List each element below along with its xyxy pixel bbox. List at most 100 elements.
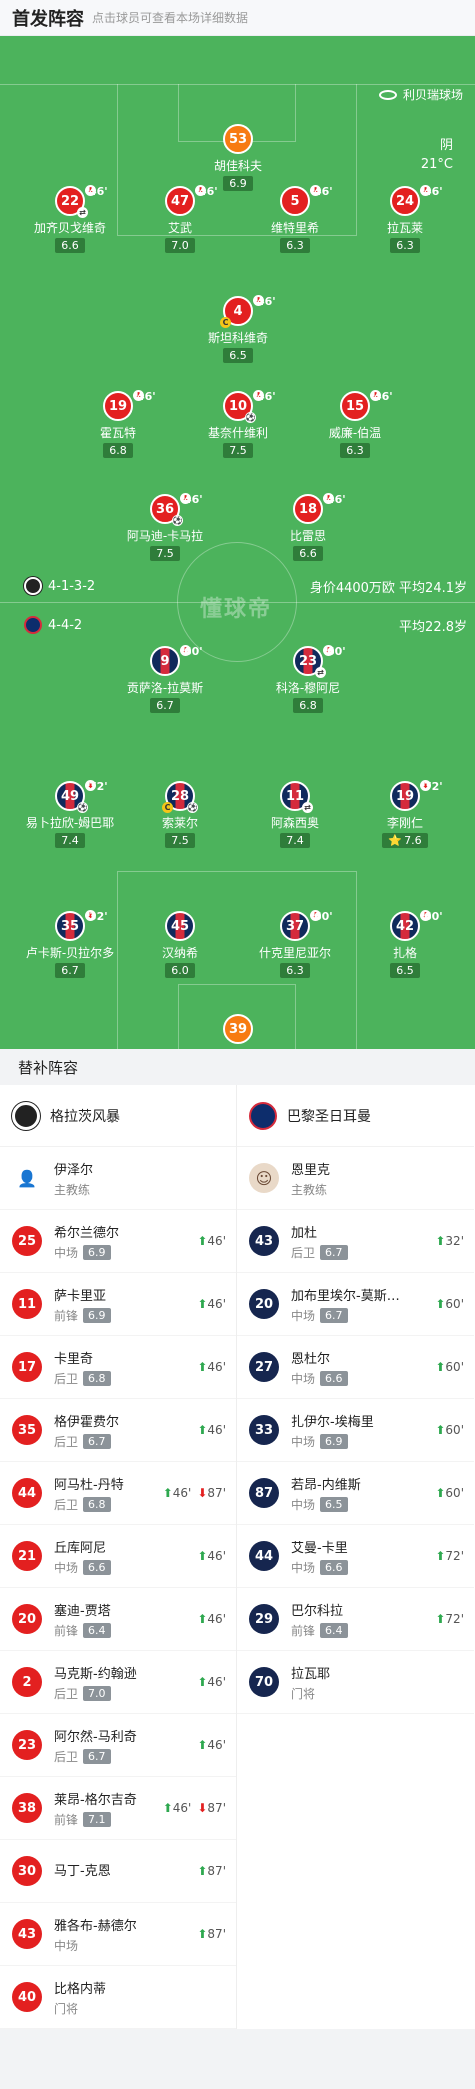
sub-on-minute: 60' <box>445 1360 464 1374</box>
sub-player-row[interactable]: 23 阿尔然-马利奇 后卫 6.7 ⬆46' <box>0 1714 236 1777</box>
player-rating: 7.5 <box>223 443 253 458</box>
sub-player-name: 阿尔然-马利奇 <box>54 1729 137 1745</box>
weather-condition: 阴 <box>439 138 453 153</box>
sub-player-row[interactable]: 30 马丁-克恩 ⬆87' <box>0 1840 236 1903</box>
sub-player-number: 43 <box>12 1919 42 1949</box>
sub-player-row[interactable]: 40 比格内蒂 门将 <box>0 1966 236 2029</box>
sub-player-position: 门将 <box>291 1686 316 1701</box>
sub-player-number: 33 <box>249 1415 279 1445</box>
sub-minute: 46' <box>327 493 346 506</box>
sub-on-event: ⬆46' <box>197 1360 226 1374</box>
sub-minute: 46' <box>314 185 333 198</box>
home-player[interactable]: 24 ⬇ 46' 拉瓦莱 6.3 <box>355 185 455 253</box>
player-number: 9 ⬇ 60' <box>150 645 203 676</box>
page-subtitle: 点击球员可查看本场详细数据 <box>92 11 249 25</box>
sub-player-number: 29 <box>249 1604 279 1634</box>
sub-player-row[interactable]: 11 萨卡里亚 前锋 6.9 ⬆46' <box>0 1273 236 1336</box>
player-number-text: 9 <box>160 653 170 669</box>
home-player[interactable]: 19 ⬇ 46' 霍瓦特 6.8 <box>68 390 168 458</box>
home-coach-row[interactable]: 👤 伊泽尔 主教练 <box>0 1147 236 1210</box>
home-player[interactable]: 53 胡佳科夫 6.9 <box>188 124 288 191</box>
player-number-text: 28 <box>170 788 190 804</box>
away-player[interactable]: 35 ⬇ 32' 卢卡斯-贝拉尔多 6.7 <box>20 910 120 978</box>
player-rating: 6.8 <box>103 443 133 458</box>
sub-player-row[interactable]: 21 丘库阿尼 中场 6.6 ⬆46' <box>0 1525 236 1588</box>
home-player[interactable]: 15 ⬇ 46' 威廉-伯温 6.3 <box>305 390 405 458</box>
sub-player-name: 加布里埃尔-莫斯卡多 <box>291 1288 411 1304</box>
sub-on-icon: ⬆ <box>435 1234 446 1248</box>
home-player[interactable]: 22 ⬇ 46' ⇄ 加齐贝戈维奇 6.6 <box>20 185 120 253</box>
away-player[interactable]: 49 ⬇ 72' ⚽ 易卜拉欣-姆巴耶 7.4 <box>20 780 120 848</box>
sub-minute: 72' <box>89 780 108 793</box>
sub-player-position: 前锋 <box>54 1623 79 1638</box>
away-player[interactable]: 9 ⬇ 60' 贡萨洛-拉莫斯 6.7 <box>115 645 215 713</box>
sub-player-row[interactable]: 33 扎伊尔-埃梅里 中场 6.9 ⬆60' <box>237 1399 474 1462</box>
sub-on-icon: ⬆ <box>435 1360 446 1374</box>
sub-on-event: ⬆87' <box>197 1864 226 1878</box>
sub-player-position: 中场 <box>291 1308 316 1323</box>
home-player[interactable]: 10 ⬇ 46' ⚽ 基奈什维利 7.5 <box>188 390 288 458</box>
player-rating-value: 6.5 <box>229 349 247 362</box>
sub-player-row[interactable]: 44 艾曼-卡里 中场 6.6 ⬆72' <box>237 1525 474 1588</box>
lineup-header: 首发阵容 点击球员可查看本场详细数据 <box>0 0 475 36</box>
sub-player-name: 莱昂-格尔吉奇 <box>54 1792 137 1808</box>
sub-on-event: ⬆46' <box>197 1675 226 1689</box>
player-rating: 7.4 <box>280 833 310 848</box>
home-player[interactable]: 36 ⬇ 46' ⚽ 阿马迪-卡马拉 7.5 <box>115 493 215 561</box>
away-player[interactable]: 37 ⬇ 60' 什克里尼亚尔 6.3 <box>245 910 345 978</box>
away-player[interactable]: 45 汉纳希 6.0 <box>130 911 230 978</box>
sub-player-number: 44 <box>249 1541 279 1571</box>
away-player[interactable]: 42 ⬇ 60' 扎格 6.5 <box>355 910 455 978</box>
sub-player-row[interactable]: 43 加杜 后卫 6.7 ⬆32' <box>237 1210 474 1273</box>
sub-player-row[interactable]: 27 恩杜尔 中场 6.6 ⬆60' <box>237 1336 474 1399</box>
player-rating-value: 6.0 <box>171 964 189 977</box>
sub-player-row[interactable]: 87 若昂-内维斯 中场 6.5 ⬆60' <box>237 1462 474 1525</box>
player-number-text: 45 <box>170 918 190 934</box>
sub-player-row[interactable]: 25 希尔兰德尔 中场 6.9 ⬆46' <box>0 1210 236 1273</box>
away-player[interactable]: 28 ⚽ C 索莱尔 7.5 <box>130 781 230 848</box>
home-player[interactable]: 4 ⬇ 46' C 斯坦科维奇 6.5 <box>188 295 288 363</box>
sub-player-row[interactable]: 2 马克斯-约翰逊 后卫 7.0 ⬆46' <box>0 1651 236 1714</box>
sub-player-row[interactable]: 20 塞迪-贾塔 前锋 6.4 ⬆46' <box>0 1588 236 1651</box>
away-coach-role: 主教练 <box>291 1182 328 1197</box>
away-player[interactable]: 39萨福诺夫6.5 <box>188 1014 288 1049</box>
sub-player-row[interactable]: 35 格伊霍费尔 后卫 6.7 ⬆46' <box>0 1399 236 1462</box>
sub-player-rating: 6.7 <box>83 1748 111 1764</box>
sub-player-position: 门将 <box>54 2001 79 2016</box>
sub-player-rating: 6.9 <box>83 1307 111 1323</box>
player-name: 科洛-穆阿尼 <box>275 681 341 695</box>
home-player[interactable]: 47 ⬇ 46' 艾武 7.0 <box>130 185 230 253</box>
sub-player-row[interactable]: 70 拉瓦耶 门将 <box>237 1651 474 1714</box>
sub-player-row[interactable]: 29 巴尔科拉 前锋 6.4 ⬆72' <box>237 1588 474 1651</box>
sub-player-row[interactable]: 38 莱昂-格尔吉奇 前锋 7.1 ⬆46' ⬇87' <box>0 1777 236 1840</box>
away-team-row[interactable]: 巴黎圣日耳曼 <box>237 1085 474 1147</box>
sub-player-row[interactable]: 43 雅各布-赫德尔 中场 ⬆87' <box>0 1903 236 1966</box>
home-team-row[interactable]: 格拉茨风暴 <box>0 1085 236 1147</box>
away-player[interactable]: 19 ⬇ 72' 李刚仁 ⭐ 7.6 <box>355 780 455 848</box>
home-player[interactable]: 5 ⬇ 46' 维特里希 6.3 <box>245 185 345 253</box>
sub-minute: 46' <box>257 295 276 308</box>
sub-player-rating: 6.6 <box>83 1559 111 1575</box>
sub-player-number: 70 <box>249 1667 279 1697</box>
player-rating-value: 6.3 <box>286 239 304 252</box>
sub-player-rating: 7.1 <box>83 1811 111 1827</box>
player-rating: 6.5 <box>223 348 253 363</box>
sub-player-row[interactable]: 44 阿马杜-丹特 后卫 6.8 ⬆46' ⬇87' <box>0 1462 236 1525</box>
sub-minute: 72' <box>424 780 443 793</box>
sub-on-minute: 87' <box>207 1864 226 1878</box>
sub-on-event: ⬆60' <box>435 1486 464 1500</box>
player-number: 10 ⬇ 46' ⚽ <box>223 390 276 423</box>
sub-player-rating: 6.9 <box>83 1244 111 1260</box>
sub-player-name: 阿马杜-丹特 <box>54 1477 124 1493</box>
sub-player-row[interactable]: 20 加布里埃尔-莫斯卡多 中场 6.7 ⬆60' <box>237 1273 474 1336</box>
sub-on-event: ⬆60' <box>435 1297 464 1311</box>
away-player[interactable]: 11 ⇄ 阿森西奥 7.4 <box>245 781 345 848</box>
home-player[interactable]: 18 ⬇ 46' 比雷思 6.6 <box>258 493 358 561</box>
sub-player-name: 加杜 <box>291 1225 318 1241</box>
player-number: 24 ⬇ 46' <box>390 185 443 216</box>
away-player[interactable]: 23 ⬇ 60' ⇄ 科洛-穆阿尼 6.8 <box>258 645 358 713</box>
sub-player-row[interactable]: 17 卡里奇 后卫 6.8 ⬆46' <box>0 1336 236 1399</box>
away-coach-row[interactable]: ☺ 恩里克 主教练 <box>237 1147 474 1210</box>
sub-player-number: 44 <box>12 1478 42 1508</box>
sub-player-position: 后卫 <box>54 1371 79 1386</box>
